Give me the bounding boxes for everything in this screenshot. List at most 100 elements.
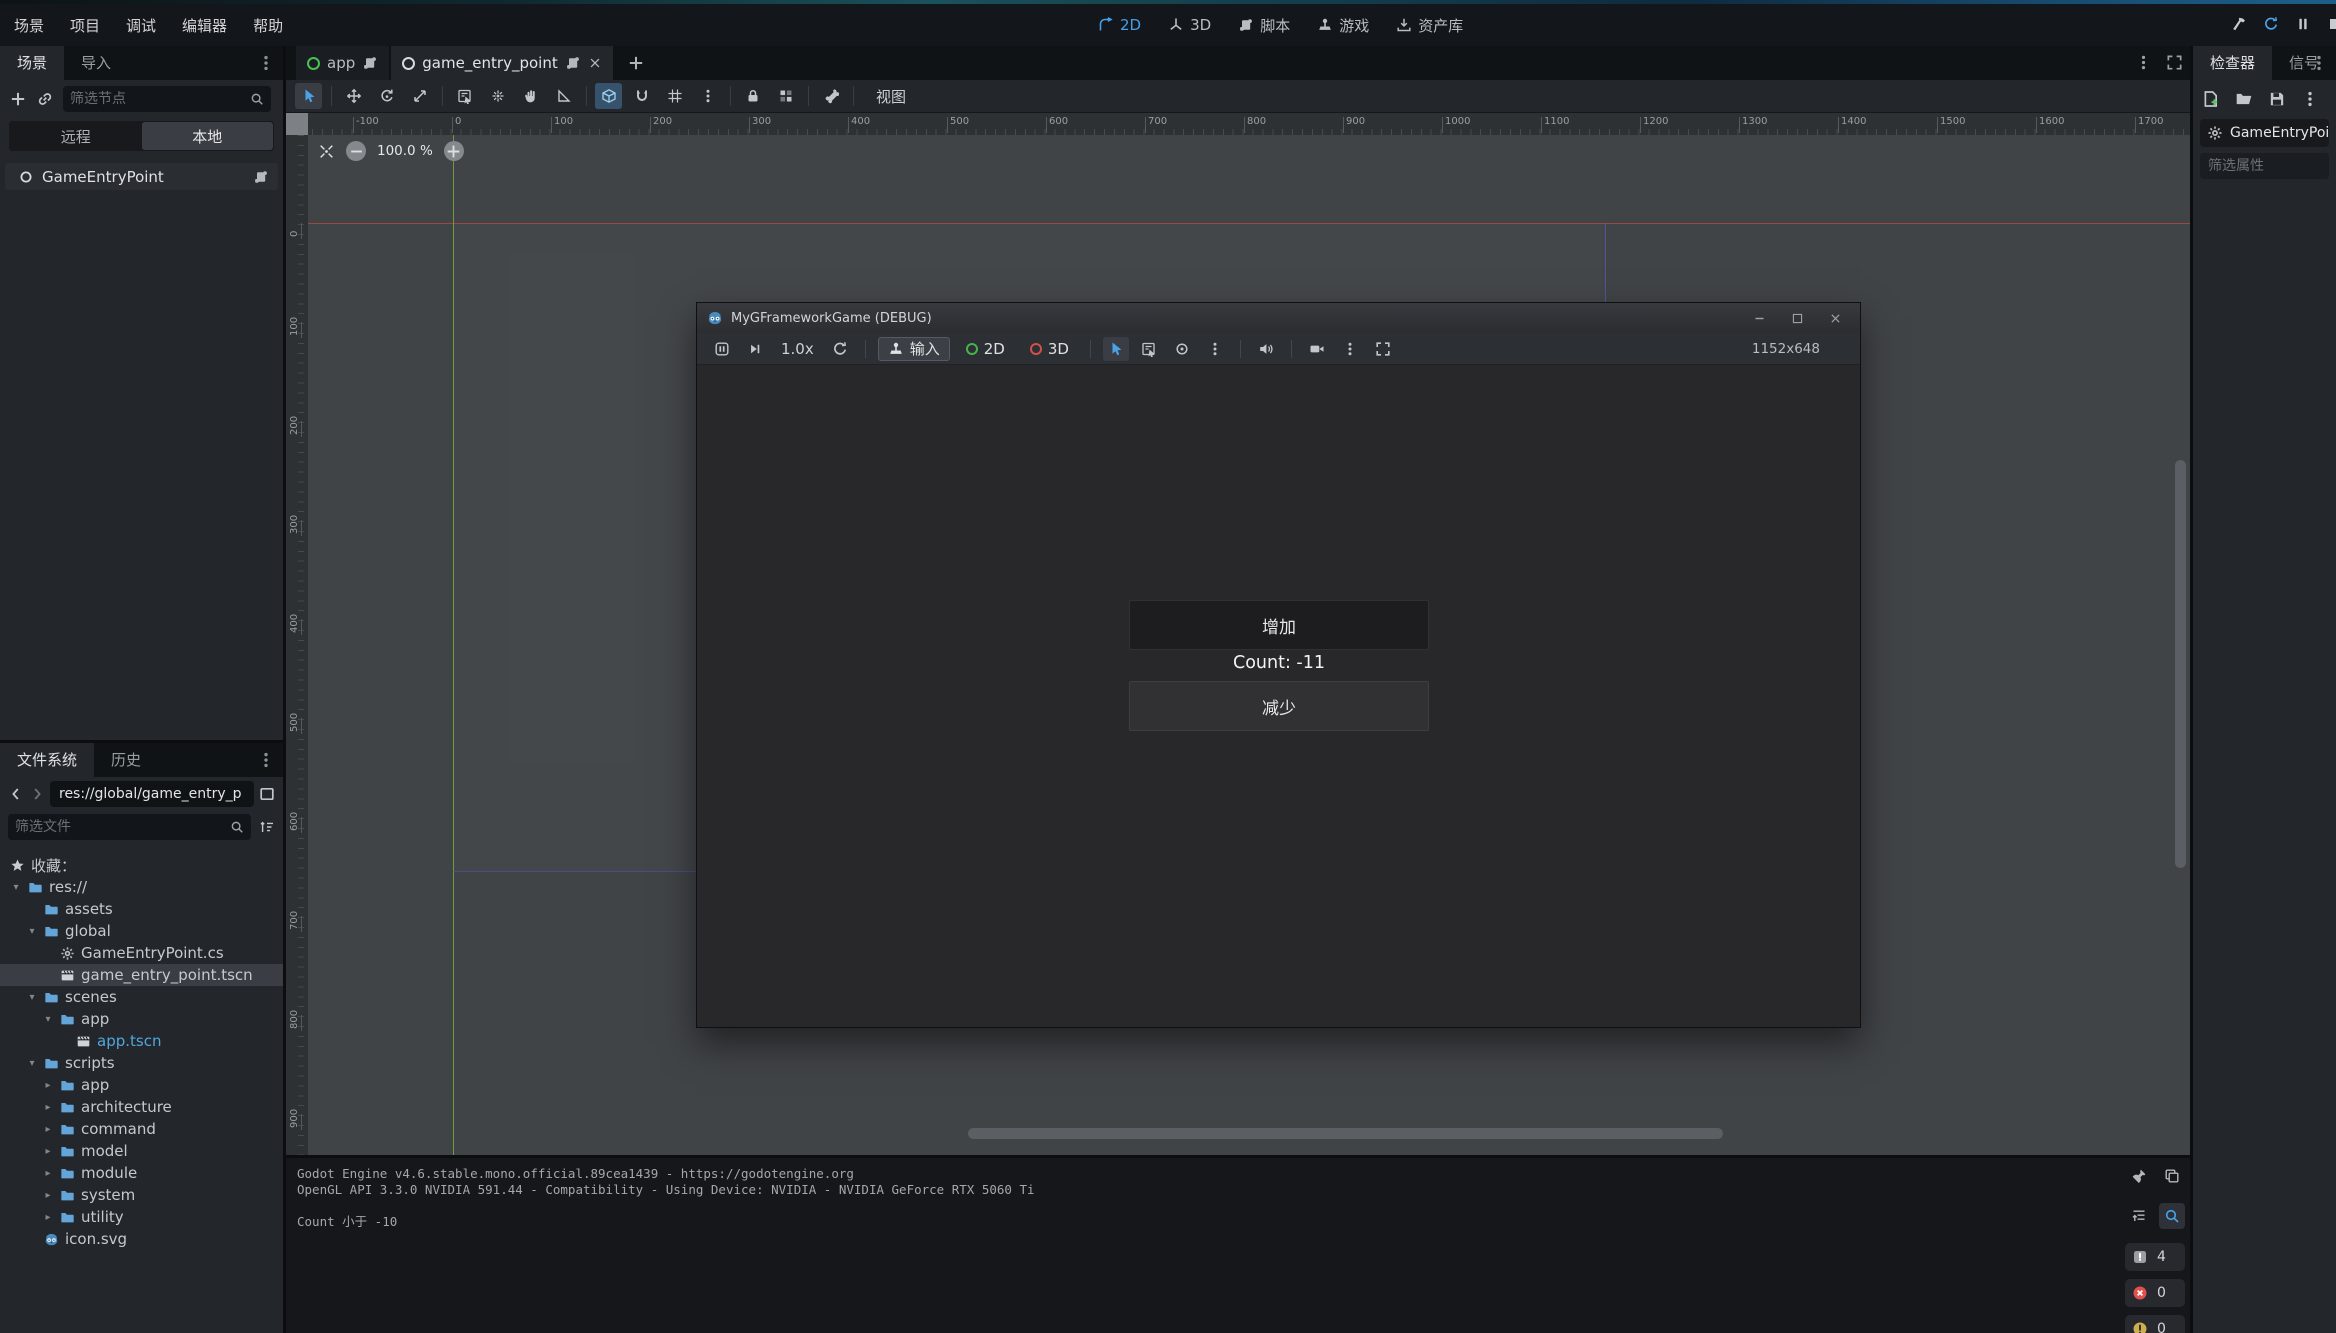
input-mode-toggle[interactable]: 输入 [878,337,950,361]
fs-item-model[interactable]: ▸model [0,1140,283,1162]
fs-item-scenes[interactable]: ▾scenes [0,986,283,1008]
tree-arrow-icon[interactable]: ▾ [10,882,22,893]
tree-arrow-icon[interactable]: ▸ [42,1212,54,1223]
collapse-output-button[interactable] [2126,1203,2152,1229]
game-picking-tool[interactable] [1169,337,1195,361]
fs-item-global[interactable]: ▾global [0,920,283,942]
split-mode-icon[interactable] [259,786,275,802]
rotate-tool[interactable] [373,83,400,109]
copy-output-button[interactable] [2159,1163,2185,1189]
fs-item-GameEntryPoint.cs[interactable]: GameEntryPoint.cs [0,942,283,964]
fs-item-utility[interactable]: ▸utility [0,1206,283,1228]
scene-tab-game_entry_point[interactable]: game_entry_point [391,46,612,80]
fs-item-icon.svg[interactable]: icon.svg [0,1228,283,1250]
2d-viewport-canvas[interactable]: 100.0 % MyGFrameworkGame (DEBUG) [308,135,2190,1155]
menu-项目[interactable]: 项目 [70,15,100,36]
forward-icon[interactable] [29,786,45,802]
smart-snap-toggle[interactable] [595,83,622,109]
scene-tab-menu-icon[interactable] [2135,54,2152,71]
fs-item-command[interactable]: ▸command [0,1118,283,1140]
canvas-vertical-scrollbar[interactable] [2175,460,2186,868]
new-scene-tab-button[interactable] [627,54,645,72]
select-tool[interactable] [295,83,322,109]
workspace-脚本[interactable]: 脚本 [1238,15,1290,36]
tree-arrow-icon[interactable]: ▸ [42,1146,54,1157]
load-resource-icon[interactable] [2235,90,2253,108]
canvas-horizontal-scrollbar[interactable] [968,1128,1723,1139]
fs-item-module[interactable]: ▸module [0,1162,283,1184]
close-tab-icon[interactable] [588,56,602,70]
grid-snap-toggle[interactable] [628,83,655,109]
build-button[interactable] [2231,16,2249,34]
tab-导入[interactable]: 导入 [64,46,128,80]
scale-tool[interactable] [406,83,433,109]
tab-menu-icon[interactable] [257,54,275,72]
2d-debug-toggle[interactable]: 2D [957,337,1014,361]
fs-item-app[interactable]: ▸app [0,1074,283,1096]
warnings-count-badge[interactable]: 0 [2125,1315,2185,1333]
embed-fullscreen-button[interactable] [1370,337,1396,361]
inspector-menu-icon[interactable] [2301,90,2319,108]
save-resource-icon[interactable] [2268,90,2286,108]
tree-arrow-icon[interactable]: ▾ [26,992,38,1003]
local-tab[interactable]: 本地 [142,122,274,150]
zoom-out-button[interactable] [346,141,366,161]
new-resource-icon[interactable] [2202,90,2220,108]
camera-menu[interactable] [1337,337,1363,361]
favorites-row[interactable]: 收藏： [0,854,283,876]
tree-arrow-icon[interactable]: ▾ [42,1014,54,1025]
minimize-button[interactable] [1744,307,1774,329]
menu-调试[interactable]: 调试 [126,15,156,36]
path-field[interactable] [50,781,254,807]
game-select-menu[interactable] [1202,337,1228,361]
tab-文件系统[interactable]: 文件系统 [0,743,94,777]
filter-files-input[interactable] [15,819,224,835]
fs-item-res://[interactable]: ▾res:// [0,876,283,898]
camera-override-button[interactable] [1304,337,1330,361]
ruler-tool[interactable] [550,83,577,109]
filter-properties-input[interactable] [2208,158,2321,174]
workspace-2D[interactable]: 2D [1098,16,1141,34]
pivot-tool[interactable] [484,83,511,109]
lock-button[interactable] [739,83,766,109]
workspace-3D[interactable]: 3D [1168,16,1211,34]
errors-count-badge[interactable]: 0 [2125,1279,2185,1307]
ruler-corner[interactable] [286,113,308,135]
add-node-button[interactable] [9,90,27,108]
pause-button[interactable] [2295,16,2313,34]
workspace-游戏[interactable]: 游戏 [1317,15,1369,36]
move-tool[interactable] [340,83,367,109]
increase-button[interactable]: 增加 [1129,600,1429,650]
fs-item-app.tscn[interactable]: app.tscn [0,1030,283,1052]
snap-options[interactable] [661,83,688,109]
fs-item-game_entry_point.tscn[interactable]: game_entry_point.tscn [0,964,283,986]
tab-历史[interactable]: 历史 [94,743,158,777]
instance-scene-button[interactable] [36,90,54,108]
messages-count-badge[interactable]: 4 [2125,1243,2185,1271]
expand-editor-icon[interactable] [2166,54,2183,71]
tree-arrow-icon[interactable]: ▸ [42,1124,54,1135]
list-select-tool[interactable] [451,83,478,109]
fs-item-assets[interactable]: assets [0,898,283,920]
filter-nodes-input[interactable] [70,91,244,107]
tree-arrow-icon[interactable]: ▸ [42,1102,54,1113]
reset-speed-button[interactable] [827,337,853,361]
sort-files-icon[interactable] [259,819,275,835]
center-view-icon[interactable] [318,143,335,160]
workspace-资产库[interactable]: 资产库 [1396,15,1463,36]
restart-button[interactable] [2263,16,2281,34]
3d-debug-toggle[interactable]: 3D [1021,337,1078,361]
scene-tab-app[interactable]: app [296,46,389,80]
scene-node-root[interactable]: GameEntryPoint [5,163,278,190]
fs-item-app[interactable]: ▾app [0,1008,283,1030]
remote-tab[interactable]: 远程 [10,122,142,150]
pan-tool[interactable] [517,83,544,109]
menu-编辑器[interactable]: 编辑器 [182,15,227,36]
speed-multiplier[interactable]: 1.0x [781,340,814,358]
next-frame-button[interactable] [742,337,768,361]
close-button[interactable] [1820,307,1850,329]
tree-arrow-icon[interactable]: ▾ [26,926,38,937]
tree-arrow-icon[interactable]: ▸ [42,1080,54,1091]
tab-menu-icon[interactable] [257,751,275,769]
suspend-button[interactable] [709,337,735,361]
